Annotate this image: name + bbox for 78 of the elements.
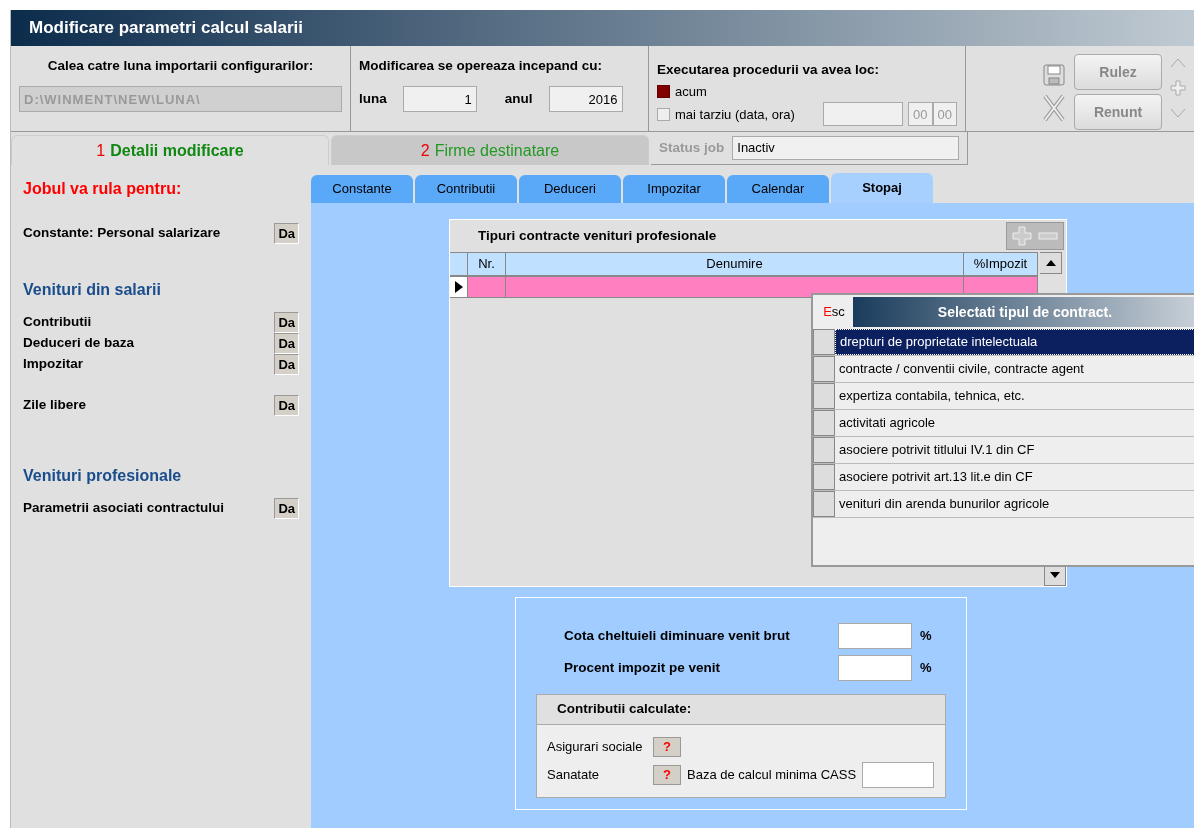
value-field: Da: [274, 332, 299, 355]
list-item[interactable]: asociere potrivit art.13 lit.e din CF: [835, 464, 1194, 490]
rate-field[interactable]: [838, 623, 912, 649]
list-item[interactable]: expertiza contabila, tehnica, etc.: [835, 383, 1194, 409]
column-header: %Impozit: [964, 252, 1038, 276]
rate-label: Cota cheltuieli diminuare venit brut: [564, 626, 791, 645]
base-label: Baza de calcul minima CASS: [687, 766, 857, 785]
status-job-label: Status job: [659, 138, 725, 157]
item-label: Constante: Personal salarizare: [23, 224, 221, 243]
item-label: Zile libere: [23, 396, 87, 415]
month-label: luna: [359, 90, 387, 109]
value-field: Da: [274, 222, 299, 245]
minus-icon: [1038, 232, 1058, 240]
item-label: Contributii: [23, 313, 92, 332]
percent-sign: %: [920, 659, 932, 678]
path-label: Calea catre luna importarii configurarilor:: [46, 57, 315, 75]
status-indicator: ?: [653, 765, 681, 785]
close-icon[interactable]: [1042, 94, 1066, 122]
date-field[interactable]: [823, 102, 904, 127]
rate-label: Procent impozit pe venit: [564, 658, 722, 677]
value-field: Da: [274, 394, 299, 417]
status-job-field[interactable]: Inactiv: [732, 136, 959, 160]
status-indicator: ?: [653, 737, 681, 757]
option-label: mai tarziu (data, ora): [675, 105, 795, 124]
contributions-title: Contributii calculate:: [557, 700, 692, 719]
popup-title: Selectati tipul de contract.: [853, 297, 1194, 327]
item-label: Parametrii asociati contractului: [23, 499, 225, 518]
sub-tab[interactable]: Constante: [311, 175, 413, 203]
radio-option[interactable]: [657, 107, 670, 121]
execution-label: Executarea procedurii va avea loc:: [657, 61, 881, 79]
item-label: Deduceri de baza: [23, 334, 135, 353]
up-arrow-icon: [1045, 260, 1056, 266]
section-heading: Jobul va rula pentru:: [23, 179, 183, 199]
year-field[interactable]: 2016: [548, 86, 623, 113]
section-title: Venituri din salarii: [23, 280, 162, 300]
value-field: Da: [274, 311, 299, 334]
list-item[interactable]: asociere potrivit titlului IV.1 din CF: [835, 437, 1194, 463]
column-header: Denumire: [506, 252, 964, 276]
option-label: acum: [675, 82, 707, 101]
row-selector[interactable]: [813, 383, 835, 409]
sub-tab[interactable]: Deduceri: [519, 175, 621, 203]
value-field: Da: [274, 497, 299, 520]
base-field[interactable]: [862, 762, 935, 788]
window-title: Modificare parametri calcul salarii: [11, 10, 1194, 46]
row-selector[interactable]: [813, 356, 835, 382]
list-item[interactable]: contracte / conventii civile, contracte agent: [835, 356, 1194, 382]
table-cell: [468, 276, 506, 298]
contribution-label: Sanatate: [547, 766, 601, 785]
down-arrow-icon: [1050, 572, 1060, 578]
radio-option[interactable]: [657, 84, 670, 98]
start-label: Modificarea se opereaza incepand cu:: [359, 57, 604, 75]
scroll-up-button[interactable]: [1040, 252, 1062, 274]
header-corner-cell: [450, 252, 468, 276]
column-header: Nr.: [468, 252, 506, 276]
section-title: Venituri profesionale: [23, 466, 183, 486]
save-icon[interactable]: [1043, 64, 1065, 86]
row-selector[interactable]: [813, 410, 835, 436]
list-item[interactable]: venituri din arenda bunurilor agricole: [835, 491, 1194, 517]
sub-tab[interactable]: Stopaj: [831, 173, 933, 203]
sub-tab[interactable]: Contributii: [415, 175, 517, 203]
percent-sign: %: [920, 627, 932, 646]
list-item[interactable]: drepturi de proprietate intelectuala: [835, 329, 1194, 355]
row-selector[interactable]: [813, 329, 835, 355]
row-selector[interactable]: [813, 491, 835, 517]
list-item[interactable]: activitati agricole: [835, 410, 1194, 436]
sub-tab[interactable]: Impozitar: [623, 175, 725, 203]
contribution-label: Asigurari sociale: [547, 738, 644, 757]
rate-field[interactable]: [838, 655, 912, 681]
year-label: anul: [504, 90, 533, 109]
grid-title: Tipuri contracte venituri profesionale: [478, 226, 717, 245]
plus-icon: [1012, 226, 1032, 246]
value-field: Da: [274, 353, 299, 376]
item-label: Impozitar: [23, 355, 83, 374]
plus-icon[interactable]: [1170, 80, 1186, 96]
row-selector[interactable]: [813, 437, 835, 463]
month-field[interactable]: 1: [402, 86, 477, 113]
row-selector[interactable]: [813, 464, 835, 490]
sub-tab[interactable]: Calendar: [727, 175, 829, 203]
